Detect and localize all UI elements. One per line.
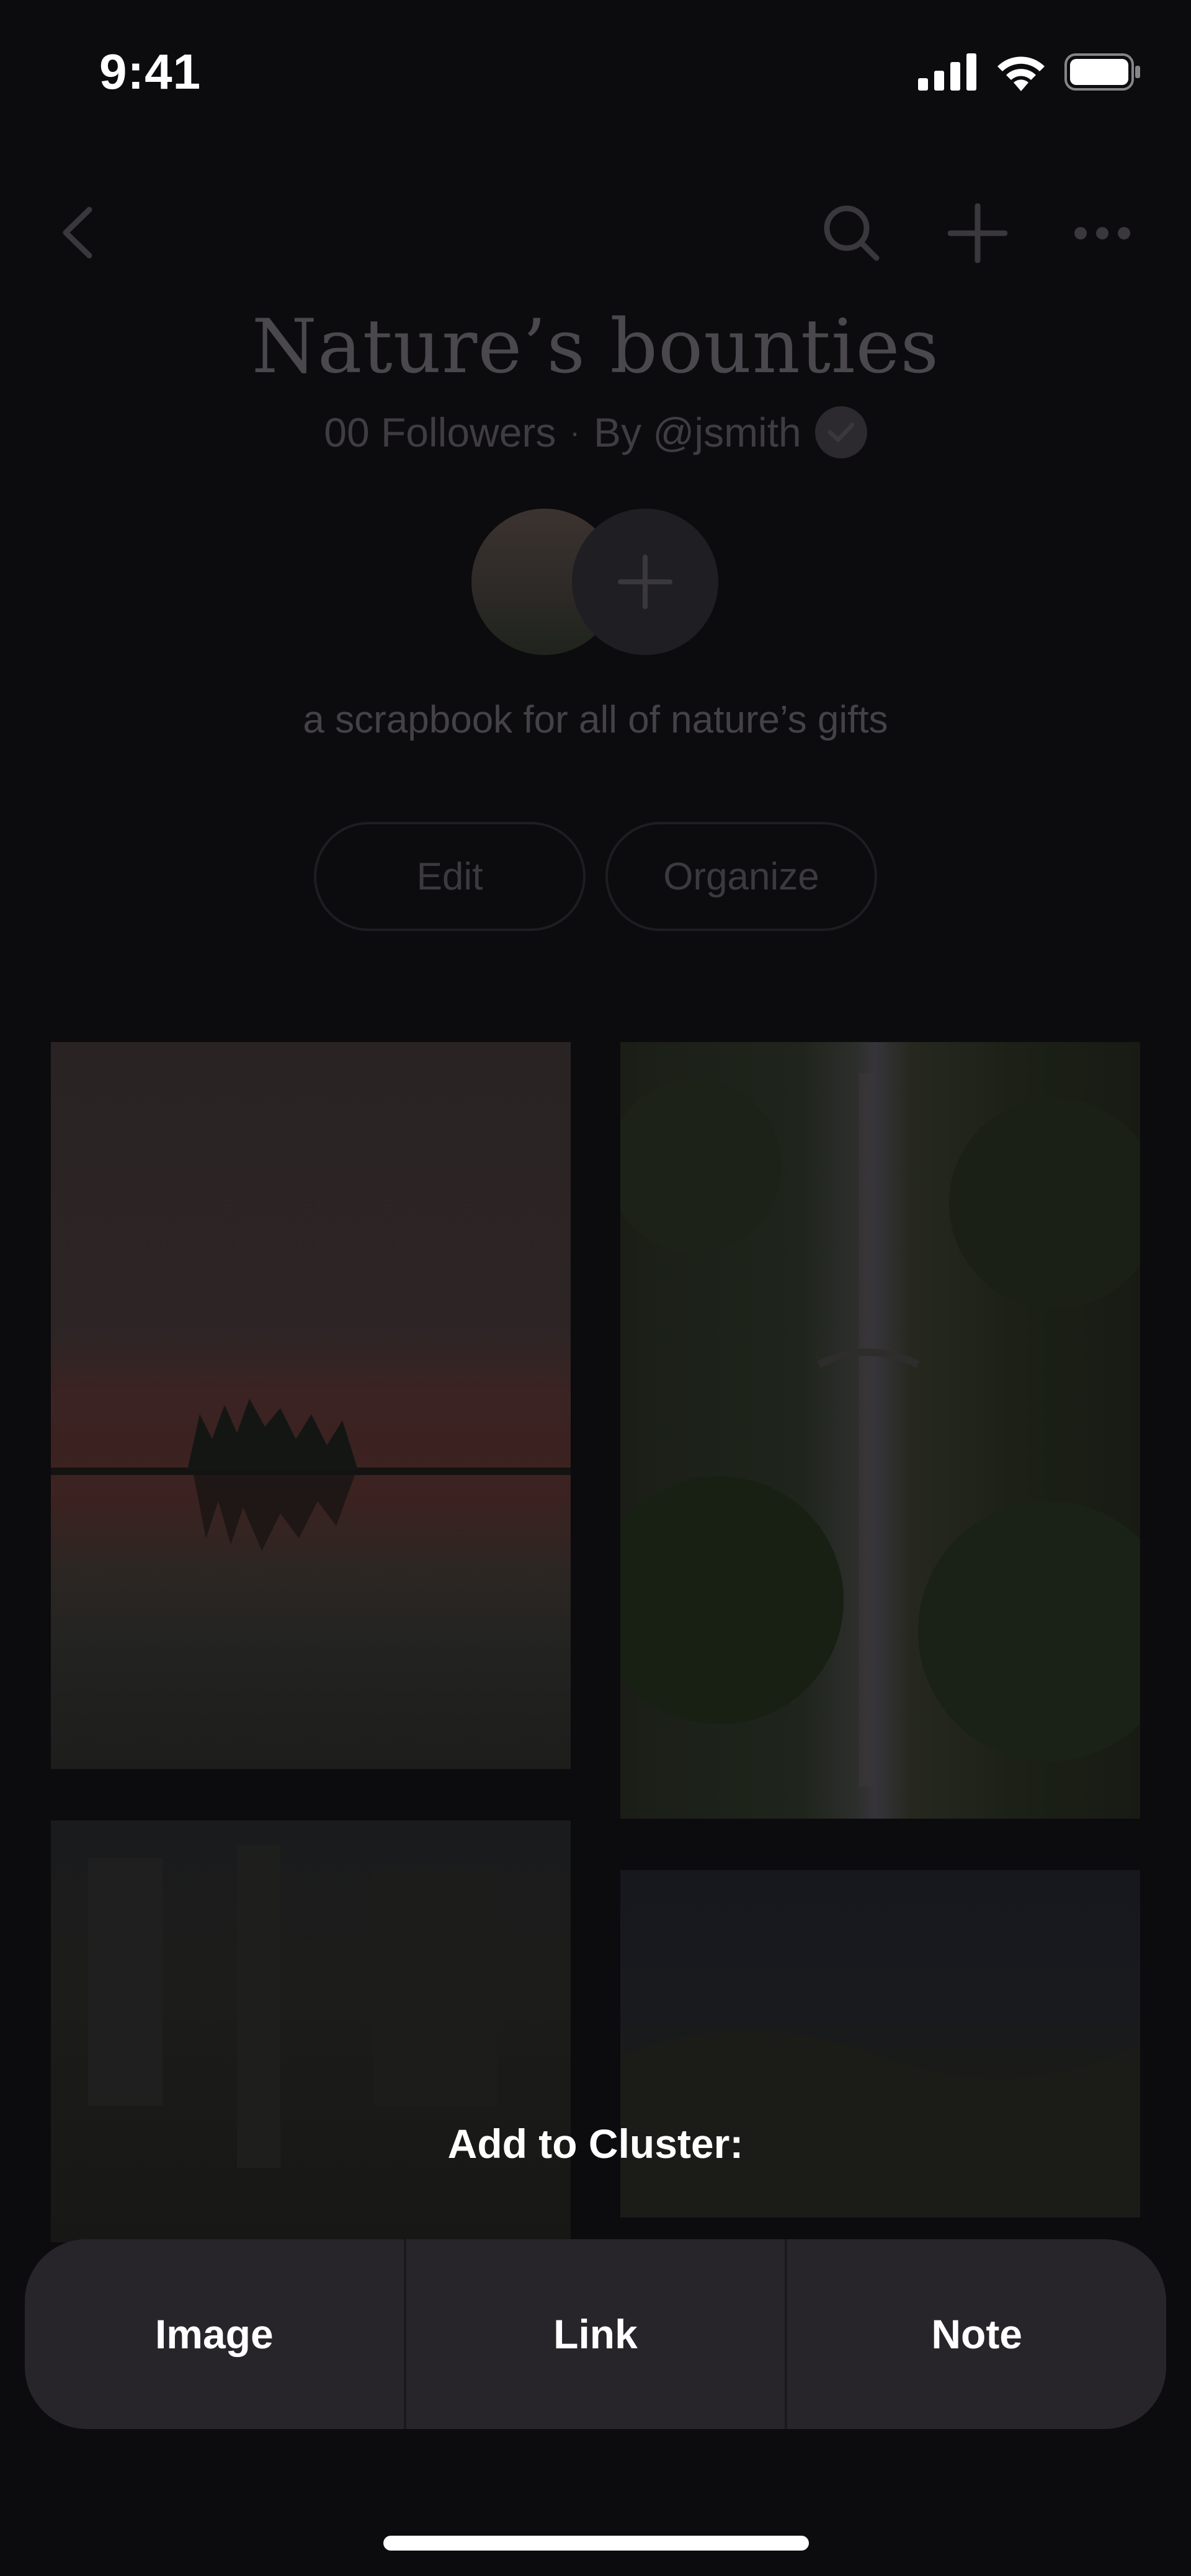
interior-image[interactable] [51,1821,571,2242]
meta-separator: · [569,415,581,450]
author-link[interactable]: By @jsmith [594,409,801,456]
sunset-lake-image[interactable] [51,1042,571,1769]
followers-count[interactable]: 00 Followers [324,409,556,456]
add-options-bar: Image Link Note [25,2239,1166,2429]
dimmed-collection-page: Nature’s bounties 00 Followers · By @jsm… [0,0,1191,2576]
collaborators [471,509,720,657]
add-note-button[interactable]: Note [787,2239,1166,2429]
add-link-button[interactable]: Link [406,2239,785,2429]
home-indicator[interactable] [383,2536,809,2551]
verified-icon [814,406,867,458]
add-image-button[interactable]: Image [25,2239,404,2429]
sheet-title: Add to Cluster: [447,2121,744,2167]
collection-actions: Edit Organize [0,822,1191,931]
collection-meta: 00 Followers · By @jsmith [0,406,1191,458]
add-icon[interactable] [948,203,1007,263]
plus-icon [618,555,672,609]
cluster-screen: 9:41 Nature’s bounties 00 Followers · By… [0,0,1191,2576]
waterfall-image[interactable] [620,1042,1140,1819]
add-collaborator-button[interactable] [572,509,718,655]
back-icon[interactable] [57,205,100,261]
edit-button[interactable]: Edit [314,822,586,931]
collection-title: Nature’s bounties [251,304,940,390]
collection-description: a scrapbook for all of nature’s gifts [303,698,888,741]
search-icon[interactable] [822,203,880,262]
more-icon[interactable] [1073,226,1131,241]
organize-button[interactable]: Organize [605,822,877,931]
